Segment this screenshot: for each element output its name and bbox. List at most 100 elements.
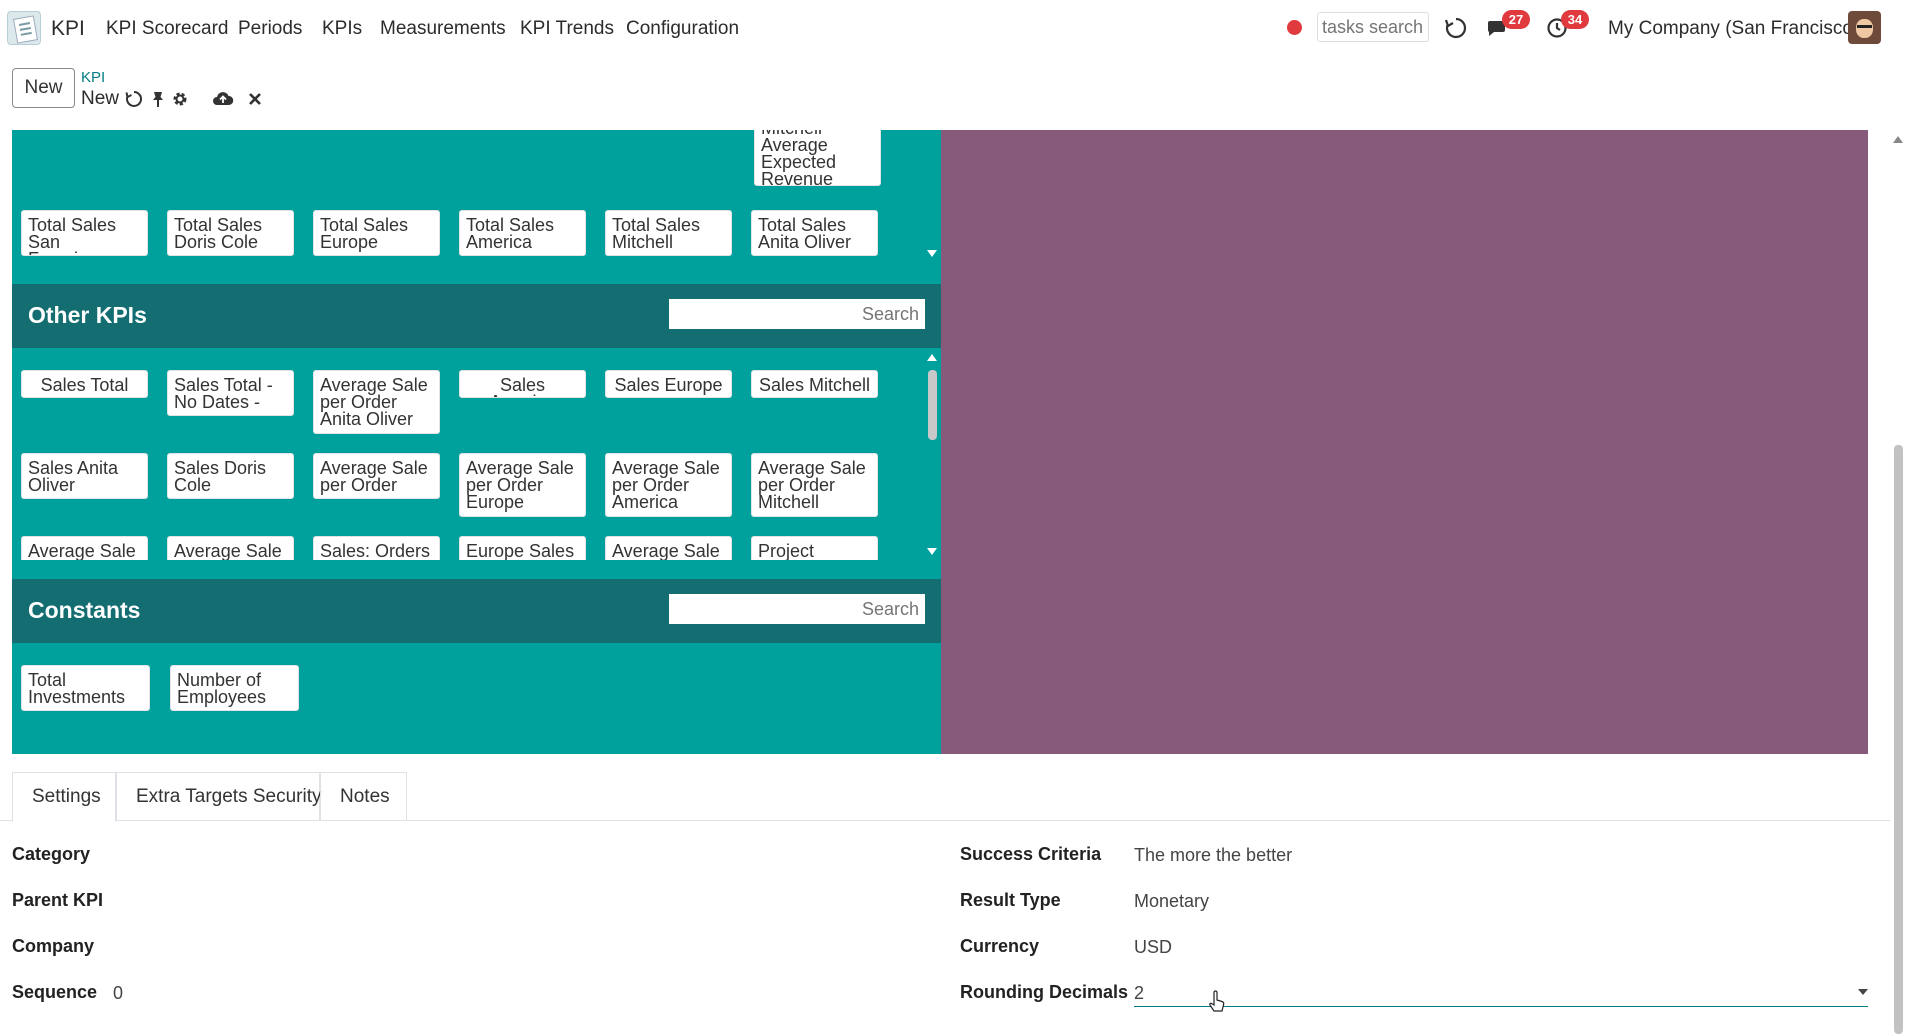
new-button[interactable]: New [12,68,75,108]
menu-configuration[interactable]: Configuration [626,18,739,40]
kpi-tag-label: Total Sales Anita Oliver [758,215,852,252]
kpi-tag[interactable]: Sales Doris Cole [167,453,294,499]
success-criteria-field[interactable]: The more the better [1134,845,1292,866]
kpi-tag[interactable]: Total Sales Europe [313,210,440,256]
user-avatar[interactable] [1848,11,1881,44]
kpi-tag-label: Project [758,541,815,560]
kpi-tag[interactable]: Europe Sales [459,536,586,560]
kpi-tag[interactable]: Sales Total - No Dates - [167,370,294,416]
kpi-tag[interactable]: Average Sale per Order Europe [459,453,586,517]
kpi-tag[interactable]: Project [751,536,878,560]
constants-header: Constants [12,579,941,643]
kpi-app-icon[interactable] [7,11,41,45]
kpi-tag[interactable]: Average Sale [167,536,294,560]
currency-label: Currency [960,936,1040,956]
sequence-field[interactable]: 0 [113,983,123,1004]
kpi-tag-label: Average Sale per Order Anita Oliver [320,375,428,429]
reload-icon[interactable] [125,90,143,108]
recording-indicator-icon[interactable] [1287,20,1302,35]
menu-periods[interactable]: Periods [238,18,302,40]
kpi-tag[interactable]: Total Sales America [459,210,586,256]
messages-badge: 27 [1502,10,1530,29]
company-label: Company [12,936,95,956]
kpi-tag[interactable]: Total Sales San Francisco [21,210,148,256]
gear-icon[interactable] [171,90,189,108]
kpi-tag-label: Sales America [489,375,555,397]
sequence-label: Sequence [12,982,98,1002]
kpi-tag-label: Average Sale [174,541,282,560]
save-cloud-icon[interactable] [212,90,234,108]
kpi-tag[interactable]: Average Sale per Order Mitchell [751,453,878,517]
kpi-tag-label: Sales Europe [614,375,723,395]
tab-extra-targets-security[interactable]: Extra Targets Security [116,772,322,821]
menu-kpi-scorecard[interactable]: KPI Scorecard [106,18,229,40]
company-switcher[interactable]: My Company (San Francisco) [1608,18,1859,40]
kpi-tag-label: Average Sale [28,541,136,560]
kpi-tag-label: Total Sales Europe [320,215,409,252]
menu-kpi-trends[interactable]: KPI Trends [520,18,614,40]
rounding-decimals-select[interactable]: 2 [1134,983,1144,1004]
kpi-tag-label: Total Sales San Francisco [28,215,117,255]
other-kpis-scrollbar[interactable] [925,348,939,560]
other-kpis-search-input[interactable] [669,299,925,329]
measurements-scrollbar[interactable] [925,130,939,262]
other-kpis-row-clip: Average Sale Average Sale Sales: Orders … [12,530,912,560]
currency-field[interactable]: USD [1134,937,1172,958]
kpi-tag-label: Sales Doris Cole [174,458,267,495]
kpi-tag-label: Number of Employees [177,670,267,707]
tab-settings[interactable]: Settings [12,772,116,822]
kpi-tag[interactable]: Average Sale [605,536,732,560]
page-scrollbar[interactable] [1890,130,1906,1034]
rounding-decimals-label: Rounding Decimals [960,982,1129,1002]
tab-notes[interactable]: Notes [320,772,407,821]
kpi-tag[interactable]: Sales: Orders [313,536,440,560]
kpi-tag[interactable]: Sales Mitchell [751,370,878,398]
formula-drop-zone[interactable] [941,130,1868,754]
pin-icon[interactable] [149,90,167,108]
constant-tag[interactable]: Number of Employees [170,665,299,711]
kpi-tag-label: Average Sale per Order [320,458,428,495]
category-label: Category [12,844,91,864]
kpi-tag-label: Sales: Orders [320,541,431,560]
kpi-tag-label: Total Sales America [466,215,555,252]
menu-kpis[interactable]: KPIs [322,18,362,40]
form-tabs: Settings Extra Targets Security Notes [0,772,1890,822]
kpi-tag[interactable]: Total Sales Anita Oliver [751,210,878,256]
parent-kpi-label: Parent KPI [12,890,104,910]
kpi-tag[interactable]: Sales America [459,370,586,398]
kpi-tag[interactable]: Total Sales Mitchell [605,210,732,256]
kpi-tag[interactable]: Total Sales Doris Cole [167,210,294,256]
other-kpis-title: Other KPIs [28,302,147,328]
kpi-tag[interactable]: Average Sale per Order America [605,453,732,517]
kpi-tag-label: Total Investments [28,670,126,707]
kpi-tag-label: Average Sale per Order Mitchell [758,458,866,512]
breadcrumb-parent-link[interactable]: KPI [81,69,105,86]
success-criteria-label: Success Criteria [960,844,1102,864]
mouse-cursor-icon [1209,990,1225,1012]
kpi-tag-label: Sales Total - No Dates - [174,375,273,412]
menu-measurements[interactable]: Measurements [380,18,506,40]
kpi-tag-label: Sales Total [40,375,129,395]
kpi-tag[interactable]: Sales Europe [605,370,732,398]
kpi-tag[interactable]: Mitchell Average Expected Revenue [754,130,881,186]
constants-search-input[interactable] [669,594,925,624]
result-type-field[interactable]: Monetary [1134,891,1209,912]
kpi-tag[interactable]: Average Sale [21,536,148,560]
chevron-down-icon[interactable] [1858,989,1868,995]
kpi-tag-label: Europe Sales [466,541,575,560]
kpi-tag[interactable]: Sales Anita Oliver [21,453,148,499]
kpi-tag-label: Total Sales Mitchell [612,215,701,252]
breadcrumb-current: New [81,88,120,109]
kpi-tag-label: Average Sale [612,541,720,560]
tasks-search-input[interactable] [1317,12,1429,42]
activities-badge: 34 [1561,10,1589,29]
discard-close-icon[interactable] [246,90,264,108]
kpi-tag[interactable]: Sales Total [21,370,148,398]
kpi-tag-label: Total Sales Doris Cole [174,215,263,252]
app-brand[interactable]: KPI [51,17,85,41]
constant-tag[interactable]: Total Investments [21,665,150,711]
result-type-label: Result Type [960,890,1061,910]
kpi-tag[interactable]: Average Sale per Order Anita Oliver [313,370,440,434]
refresh-icon[interactable] [1444,16,1468,40]
kpi-tag[interactable]: Average Sale per Order [313,453,440,499]
